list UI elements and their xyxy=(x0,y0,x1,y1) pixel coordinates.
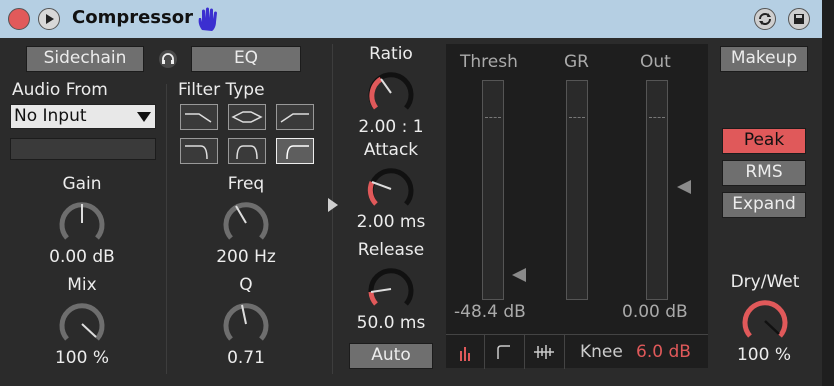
thresh-value: -48.4 dB xyxy=(454,302,526,322)
meter-display: Thresh GR Out -48.4 dB 0.00 dB Knee 6.0 … xyxy=(446,44,708,369)
q-label: Q xyxy=(239,275,253,295)
auto-release-button[interactable]: Auto xyxy=(349,343,433,369)
filter-highshelf-button[interactable] xyxy=(276,138,314,164)
display-toolbar: Knee 6.0 dB xyxy=(446,334,708,369)
gain-knob[interactable] xyxy=(54,198,110,248)
bar-meter-icon xyxy=(460,347,470,361)
out-meter xyxy=(646,80,668,300)
q-knob[interactable] xyxy=(218,299,274,349)
release-knob[interactable] xyxy=(363,264,419,314)
device-activator-button[interactable] xyxy=(8,8,30,30)
mix-value: 100 % xyxy=(54,348,109,368)
out-value: 0.00 dB xyxy=(622,302,688,322)
lowshelf-filter-icon xyxy=(185,145,208,160)
rms-button[interactable]: RMS xyxy=(722,160,806,186)
thresh-label: Thresh xyxy=(460,52,518,72)
drywet-knob[interactable] xyxy=(737,296,793,346)
drywet-value: 100 % xyxy=(736,345,791,365)
bandpass-filter-icon xyxy=(231,111,263,123)
audio-from-sub-dropdown[interactable] xyxy=(10,138,156,160)
highshelf-filter-icon xyxy=(286,145,309,160)
dropdown-arrow-icon xyxy=(137,112,151,122)
headphones-icon[interactable] xyxy=(158,49,178,69)
preview-button[interactable] xyxy=(38,8,60,30)
attack-label: Attack xyxy=(363,140,419,160)
peak-button[interactable]: Peak xyxy=(722,128,806,154)
out-label: Out xyxy=(640,52,671,72)
gr-label: GR xyxy=(564,52,589,72)
drywet-label: Dry/Wet xyxy=(730,272,800,292)
divider xyxy=(166,84,167,374)
mix-knob[interactable] xyxy=(54,299,110,349)
filter-highpass-button[interactable] xyxy=(276,104,314,130)
ratio-label: Ratio xyxy=(369,44,413,64)
ratio-knob[interactable] xyxy=(363,68,419,118)
freq-knob[interactable] xyxy=(218,198,274,248)
waveform-view-button[interactable] xyxy=(524,335,565,369)
refresh-icon xyxy=(759,13,771,25)
mix-label: Mix xyxy=(67,275,97,295)
audio-from-label: Audio From xyxy=(12,80,108,100)
highpass-filter-icon xyxy=(280,113,309,123)
filter-lowshelf-button[interactable] xyxy=(180,138,218,164)
gain-value: 0.00 dB xyxy=(49,247,115,267)
device-body: Sidechain EQ Audio From No Input Filter … xyxy=(0,38,822,386)
collapse-arrow-icon[interactable] xyxy=(328,198,338,212)
audio-from-dropdown[interactable]: No Input xyxy=(10,104,156,129)
sidechain-button[interactable]: Sidechain xyxy=(26,46,144,72)
hand-icon[interactable] xyxy=(196,6,220,32)
eq-button[interactable]: EQ xyxy=(191,46,301,72)
release-value: 50.0 ms xyxy=(356,313,426,333)
ratio-value: 2.00 : 1 xyxy=(358,117,424,137)
freq-label: Freq xyxy=(227,174,265,194)
device-title: Compressor xyxy=(72,7,193,28)
gain-label: Gain xyxy=(62,174,102,194)
lowpass-filter-icon xyxy=(185,113,212,123)
knee-label: Knee xyxy=(580,342,623,362)
makeup-button[interactable]: Makeup xyxy=(720,46,808,72)
hot-swap-button[interactable] xyxy=(754,8,776,30)
peak-filter-icon xyxy=(236,145,258,160)
knee-value[interactable]: 6.0 dB xyxy=(636,342,691,362)
audio-from-value: No Input xyxy=(14,106,87,126)
transfer-curve-button[interactable] xyxy=(484,335,525,369)
q-value: 0.71 xyxy=(227,348,265,368)
compressor-device: Compressor Sidechain EQ Audio From No In… xyxy=(0,0,822,386)
gr-meter xyxy=(566,80,588,300)
save-icon xyxy=(794,14,804,24)
play-icon xyxy=(46,14,54,24)
attack-value: 2.00 ms xyxy=(356,212,426,232)
window-edge xyxy=(822,0,834,386)
filter-peak-button[interactable] xyxy=(228,138,266,164)
thresh-slider-arrow[interactable] xyxy=(512,268,526,282)
release-label: Release xyxy=(357,240,425,260)
thresh-meter xyxy=(482,80,504,300)
expand-button[interactable]: Expand xyxy=(722,192,806,218)
output-slider-arrow[interactable] xyxy=(677,180,691,194)
waveform-icon xyxy=(534,345,554,359)
filter-bandpass-button[interactable] xyxy=(228,104,266,130)
freq-value: 200 Hz xyxy=(216,247,276,267)
attack-knob[interactable] xyxy=(363,164,419,214)
activity-view-button[interactable] xyxy=(446,335,485,369)
save-preset-button[interactable] xyxy=(788,8,810,30)
curve-icon xyxy=(497,345,510,359)
filter-type-label: Filter Type xyxy=(178,80,265,100)
filter-lowpass-button[interactable] xyxy=(180,104,218,130)
title-bar: Compressor xyxy=(0,0,822,39)
